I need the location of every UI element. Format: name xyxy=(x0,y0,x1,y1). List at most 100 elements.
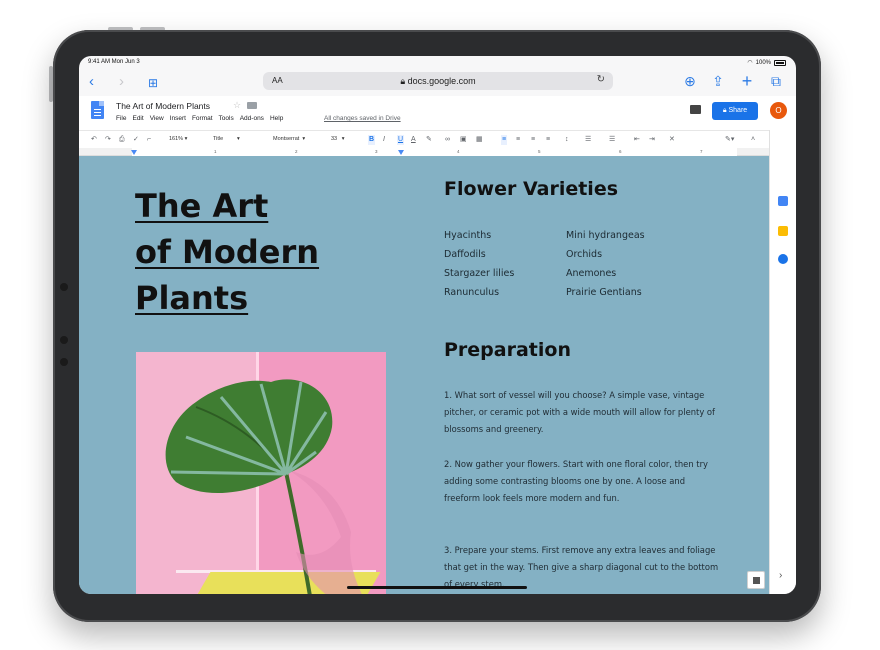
link-icon[interactable]: ∞ xyxy=(445,135,450,145)
justify-icon[interactable]: ≡ xyxy=(546,135,550,145)
side-panel: › xyxy=(769,130,796,594)
share-label: Share xyxy=(728,107,748,114)
flower-varieties-heading[interactable]: Flower Varieties xyxy=(444,178,618,200)
save-status-link[interactable]: All changes saved in Drive xyxy=(324,115,401,122)
increase-indent-icon[interactable]: ⇥ xyxy=(649,135,655,145)
docs-header: The Art of Modern Plants ☆ File Edit Vie… xyxy=(79,96,796,130)
menu-format[interactable]: Format xyxy=(192,115,213,122)
tab-marker-icon[interactable] xyxy=(398,150,404,155)
url-value: docs.google.com xyxy=(407,76,476,86)
menu-view[interactable]: View xyxy=(150,115,164,122)
browser-toolbar: ‹ › ⊞ AA 🔒︎ docs.google.com ↻ ⊕ ⇪ + ⧉ xyxy=(79,70,796,96)
zoom-select[interactable]: 161% ▾ xyxy=(169,134,187,145)
plus-icon[interactable]: + xyxy=(739,72,755,90)
tabs-icon[interactable]: ⧉ xyxy=(768,73,784,89)
zoom-value: 161% xyxy=(169,136,184,142)
flower-list[interactable]: Hyacinths Mini hydrangeas Daffodils Orch… xyxy=(444,229,704,300)
camera-dot xyxy=(60,283,68,291)
comment-icon[interactable] xyxy=(690,105,701,114)
forward-icon[interactable]: › xyxy=(119,74,124,90)
back-icon[interactable]: ‹ xyxy=(89,74,94,90)
document-title[interactable]: The Art of Modern Plants xyxy=(116,101,210,111)
italic-button[interactable]: I xyxy=(383,135,385,145)
clear-formatting-icon[interactable]: ✕ xyxy=(669,135,675,145)
book-icon[interactable]: ⊞ xyxy=(148,75,158,91)
document-page[interactable]: The Art of Modern Plants Flower Varietie… xyxy=(79,156,769,594)
star-icon[interactable]: ☆ xyxy=(233,100,241,111)
document-big-title[interactable]: The Art of Modern Plants xyxy=(135,183,365,321)
magnet-dot xyxy=(60,336,68,344)
ruler[interactable]: 1 2 3 4 5 6 7 xyxy=(79,148,769,156)
wifi-icon: ◠ xyxy=(747,60,753,66)
avatar[interactable]: O xyxy=(770,102,787,119)
formatting-toolbar: ↶ ↷ ⎙ ✓ ⌐ 161% ▾ Title ▾ Montserrat ▾ 33… xyxy=(79,130,796,148)
font-size-select[interactable]: 33 ▾ xyxy=(331,134,344,145)
ruler-mark: 4 xyxy=(457,149,460,154)
menu-tools[interactable]: Tools xyxy=(219,115,234,122)
highlight-icon[interactable]: ✎ xyxy=(426,135,432,145)
url-text: 🔒︎ docs.google.com xyxy=(263,76,613,87)
insert-comment-icon[interactable]: ▣ xyxy=(460,135,467,145)
print-icon[interactable]: ⎙ xyxy=(119,135,125,145)
editing-mode-icon[interactable]: ✎▾ xyxy=(725,135,734,145)
home-indicator[interactable] xyxy=(347,586,527,589)
bold-button[interactable]: B xyxy=(368,135,376,145)
monstera-leaf-icon xyxy=(165,379,362,594)
expand-panel-icon[interactable]: › xyxy=(779,570,782,581)
folder-icon[interactable] xyxy=(247,102,257,109)
menu-insert[interactable]: Insert xyxy=(170,115,186,122)
tasks-icon[interactable] xyxy=(778,254,788,264)
align-right-icon[interactable]: ≡ xyxy=(531,135,535,145)
text-color-button[interactable]: A xyxy=(411,135,416,145)
docs-logo-icon[interactable] xyxy=(91,101,104,119)
numbered-list-icon[interactable]: ☰ xyxy=(585,135,591,145)
reload-icon[interactable]: ↻ xyxy=(597,74,605,85)
font-size-value: 33 xyxy=(331,136,338,142)
align-center-icon[interactable]: ≡ xyxy=(516,135,520,145)
ipad-screen: 9:41 AM Mon Jun 3 ◠ 100% ‹ › ⊞ AA 🔒︎ doc… xyxy=(79,56,796,594)
bulleted-list-icon[interactable]: ☰ xyxy=(609,135,615,145)
flower-item: Anemones xyxy=(566,268,617,279)
flower-item: Mini hydrangeas xyxy=(566,230,645,241)
style-select[interactable]: Title ▾ xyxy=(213,134,263,145)
explore-button[interactable] xyxy=(747,571,765,589)
image-icon[interactable]: ▦ xyxy=(476,135,483,145)
big-title-line: of Modern xyxy=(135,233,320,271)
ruler-mark: 5 xyxy=(538,149,541,154)
menu-addons[interactable]: Add-ons xyxy=(240,115,264,122)
redo-icon[interactable]: ↷ xyxy=(105,135,111,145)
menu-file[interactable]: File xyxy=(116,115,126,122)
ruler-mark: 3 xyxy=(375,149,378,154)
underline-button[interactable]: U xyxy=(397,135,405,145)
indent-marker-icon[interactable] xyxy=(131,150,137,155)
ruler-mark: 1 xyxy=(214,149,217,154)
align-left-icon[interactable]: ≡ xyxy=(501,135,508,145)
collapse-chevron-icon[interactable]: ˄ xyxy=(751,135,755,145)
flower-item: Prairie Gentians xyxy=(566,287,642,298)
monstera-photo[interactable] xyxy=(136,352,386,594)
decrease-indent-icon[interactable]: ⇤ xyxy=(634,135,640,145)
share-icon[interactable]: ⇪ xyxy=(710,73,726,89)
paint-format-icon[interactable]: ⌐ xyxy=(147,135,151,145)
style-value: Title xyxy=(213,136,224,142)
font-select[interactable]: Montserrat ▾ xyxy=(273,134,323,145)
menu-edit[interactable]: Edit xyxy=(132,115,143,122)
keep-icon[interactable] xyxy=(778,226,788,236)
menu-help[interactable]: Help xyxy=(270,115,283,122)
spellcheck-icon[interactable]: ✓ xyxy=(133,135,139,145)
prep-step-2[interactable]: 2. Now gather your flowers. Start with o… xyxy=(444,456,719,507)
preparation-heading[interactable]: Preparation xyxy=(444,339,571,361)
line-spacing-icon[interactable]: ↕ xyxy=(565,135,569,145)
status-bar: 9:41 AM Mon Jun 3 ◠ 100% xyxy=(79,56,796,70)
download-icon[interactable]: ⊕ xyxy=(682,73,698,89)
lock-icon: 🔒︎ xyxy=(400,76,408,86)
flower-item: Ranunculus xyxy=(444,287,500,298)
flower-item: Stargazer lilies xyxy=(444,268,515,279)
undo-icon[interactable]: ↶ xyxy=(91,135,97,145)
calendar-icon[interactable] xyxy=(778,196,788,206)
share-button[interactable]: 🔒︎ Share xyxy=(712,102,758,120)
ruler-mark: 6 xyxy=(619,149,622,154)
prep-step-1[interactable]: 1. What sort of vessel will you choose? … xyxy=(444,387,719,438)
ruler-mark: 2 xyxy=(295,149,298,154)
address-bar[interactable]: AA 🔒︎ docs.google.com ↻ xyxy=(263,72,613,90)
